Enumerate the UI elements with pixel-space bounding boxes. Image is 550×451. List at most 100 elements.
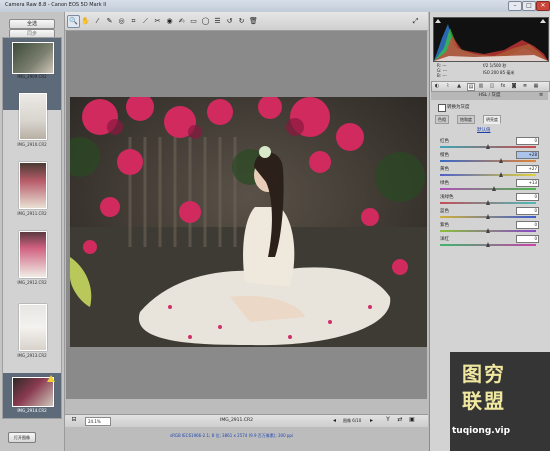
slider-row: 黄色 +27: [436, 165, 546, 179]
tab-hsl-icon[interactable]: ▤: [467, 83, 475, 91]
shadow-clipping-icon[interactable]: [435, 19, 441, 23]
watermark-text: 联盟: [462, 389, 506, 413]
tab-detail-icon[interactable]: ▲: [456, 83, 462, 89]
minimize-button[interactable]: –: [508, 1, 522, 11]
filmstrip[interactable]: IMG_2909.CR2 IMG_2910.CR2 IMG_2911.CR2 I…: [2, 37, 62, 419]
photo-illustration: [70, 97, 427, 347]
slider-handle[interactable]: [499, 172, 504, 177]
tab-effects-icon[interactable]: fx: [500, 83, 506, 89]
thumbnail-item-selected[interactable]: IMG_2914.CR2: [3, 373, 61, 418]
swap-icon[interactable]: ⇄: [395, 415, 405, 425]
slider-handle[interactable]: [486, 200, 490, 205]
slider-handle[interactable]: [486, 214, 490, 219]
slider-value-field[interactable]: 0: [516, 235, 539, 243]
thumbnail-image: [19, 93, 47, 140]
hsl-subtabs: 色相 饱和度 明亮度: [433, 115, 547, 124]
slider-row: 浅绿色 0: [436, 193, 546, 207]
slider-value-field[interactable]: 0: [516, 221, 539, 229]
convert-grayscale-label: 转换为灰度: [447, 105, 470, 110]
slider-value-field[interactable]: 0: [516, 137, 539, 145]
zoom-level-field[interactable]: 24.1%: [85, 417, 111, 426]
subtab-saturation[interactable]: 饱和度: [457, 115, 475, 124]
image-count: 图像 6/10: [343, 418, 362, 423]
slider-value-field[interactable]: 0: [516, 207, 539, 215]
slider-handle[interactable]: [486, 144, 490, 149]
thumbnail-caption: IMG_2909.CR2: [17, 74, 47, 79]
tab-split-toning-icon[interactable]: ▥: [478, 83, 484, 89]
slider-value-field[interactable]: 0: [516, 193, 539, 201]
thumbnail-caption: IMG_2912.CR2: [17, 280, 47, 285]
tab-camera-calibration-icon[interactable]: ◙: [511, 83, 517, 89]
thumbnail-caption: IMG_2910.CR2: [17, 142, 47, 147]
slider-row: 蓝色 0: [436, 207, 546, 221]
slider-label: 黄色: [440, 167, 449, 172]
subtab-hue[interactable]: 色相: [435, 115, 449, 124]
panel-menu-icon[interactable]: ≡: [539, 92, 543, 98]
subtab-luminance[interactable]: 明亮度: [483, 115, 501, 124]
slider-value-field[interactable]: +28: [516, 151, 539, 159]
tab-presets-icon[interactable]: ≣: [522, 83, 528, 89]
default-link[interactable]: 默认值: [477, 127, 491, 133]
thumbnail-item[interactable]: IMG_2912.CR2: [3, 227, 61, 299]
slider-track[interactable]: [440, 160, 536, 162]
thumbnail-caption: IMG_2913.CR2: [17, 353, 47, 358]
slider-track[interactable]: [440, 174, 536, 176]
slider-row: 洋红 0: [436, 235, 546, 249]
slider-row: 红色 0: [436, 137, 546, 151]
iso-info: ISO 200 85 毫米: [483, 70, 515, 75]
slider-track[interactable]: [440, 188, 536, 190]
tab-tone-curve-icon[interactable]: ⌇: [445, 83, 451, 89]
maximize-button[interactable]: □: [522, 1, 536, 11]
close-button[interactable]: ✕: [536, 1, 550, 11]
thumbnail-item[interactable]: IMG_2911.CR2: [3, 158, 61, 230]
slider-handle[interactable]: [491, 186, 496, 191]
slider-label: 橙色: [440, 153, 449, 158]
watermark-url: tuqiong.vip: [452, 426, 511, 436]
tab-snapshots-icon[interactable]: ▦: [533, 83, 539, 89]
select-all-button[interactable]: 全选: [9, 19, 55, 29]
prev-image-icon[interactable]: ◂: [333, 417, 336, 424]
status-bar: ⊟ 24.1% IMG_2911.CR2 ◂ 图像 6/10 ▸ Y ⇄ ▣: [65, 414, 428, 427]
thumbnail-item[interactable]: IMG_2910.CR2: [3, 89, 61, 161]
delete-icon[interactable]: 🗑: [247, 15, 260, 28]
workflow-options-link[interactable]: sRGB IEC61966-2.1; 8 位; 3861 x 2574 (9.9…: [170, 433, 293, 439]
slider-label: 紫色: [440, 223, 449, 228]
thumbnail-image: [19, 231, 47, 278]
before-after-icon[interactable]: Y: [383, 415, 393, 425]
thumbnail-caption: IMG_2914.CR2: [17, 408, 47, 413]
slider-label: 浅绿色: [440, 195, 454, 200]
thumbnail-image: [19, 304, 47, 351]
thumbnail-image: [19, 162, 47, 209]
highlight-clipping-icon[interactable]: [540, 19, 546, 23]
slider-row: 紫色 0: [436, 221, 546, 235]
watermark-text: 图穷: [462, 362, 506, 386]
slider-value-field[interactable]: +13: [516, 179, 539, 187]
slider-label: 红色: [440, 139, 449, 144]
tab-lens-icon[interactable]: ◫: [489, 83, 495, 89]
rgb-readout: R: --- G: --- B: ---: [437, 63, 448, 78]
next-image-icon[interactable]: ▸: [370, 417, 373, 424]
tab-basic-icon[interactable]: ◐: [434, 83, 440, 89]
slider-value-field[interactable]: +27: [516, 165, 539, 173]
warning-icon: [47, 375, 55, 382]
zoom-menu-icon[interactable]: ⊟: [69, 415, 79, 425]
window-title: Camera Raw 8.8 - Canon EOS 5D Mark II: [5, 2, 107, 8]
camera-info: R: --- G: --- B: --- f/2 1/500 秒 ISO 200 8…: [433, 61, 547, 78]
fullscreen-icon[interactable]: ⤢: [409, 15, 422, 28]
preview-photo[interactable]: [70, 97, 427, 347]
slider-handle[interactable]: [486, 242, 490, 247]
slider-label: 洋红: [440, 237, 449, 242]
open-images-button[interactable]: 打开图像: [8, 432, 36, 443]
histogram: [433, 17, 549, 62]
slider-handle[interactable]: [499, 158, 504, 163]
slider-label: 绿色: [440, 181, 449, 186]
thumbnail-image: [12, 42, 54, 74]
thumbnail-caption: IMG_2911.CR2: [17, 211, 47, 216]
toolbar: 🔍 ✋ ⁄ ✎ ◎ ⌗ ⟋ ✂ ◉ ✍ ▭ ◯ ☰ ↺ ↻ 🗑 ⤢: [65, 12, 428, 31]
slider-handle[interactable]: [486, 228, 490, 233]
convert-grayscale-checkbox[interactable]: [438, 104, 446, 112]
settings-copy-icon[interactable]: ▣: [407, 415, 417, 425]
current-filename: IMG_2911.CR2: [220, 418, 253, 423]
slider-row: 绿色 +13: [436, 179, 546, 193]
thumbnail-item[interactable]: IMG_2913.CR2: [3, 300, 61, 372]
